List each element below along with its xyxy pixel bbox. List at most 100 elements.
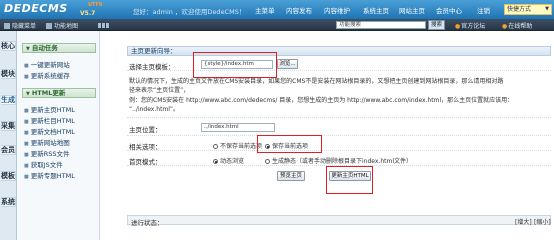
official-forum-label: 官方论坛 [461, 23, 486, 30]
enlarge-button[interactable]: [增大] [515, 217, 532, 226]
search-button[interactable]: 搜索 [428, 20, 445, 30]
nav-system-home[interactable]: 系统主页 [363, 5, 389, 15]
sidebar-item-update-sitemap[interactable]: ■ 更新网站地图 [24, 137, 70, 147]
template-row: 选择主页模板： {style}/index.htm 浏览... [127, 57, 551, 71]
note-line-3: 例：您的CMS安装在 http://www.abc.com/dedecms/ 目… [129, 97, 514, 104]
main-panel: 主页更新向导： 选择主页模板： {style}/index.htm 浏览... … [103, 33, 554, 240]
panel-title: 主页更新向导： [127, 46, 551, 56]
bullet-icon: ■ [24, 152, 29, 158]
top-header: DEDECMS UTF8 V5.7 您好：admin ，欢迎使用DedeCMS！… [0, 0, 554, 19]
radio-no-save[interactable] [213, 144, 218, 149]
function-search-input[interactable]: 功能搜索 [336, 21, 426, 29]
hide-menu-icon [4, 23, 10, 29]
official-forum-link[interactable]: ●官方论坛 [455, 21, 485, 30]
layout-grid-icon[interactable] [98, 22, 114, 28]
preview-home-button[interactable]: 预览主页 [277, 171, 305, 181]
sidebar-item-label: 更新系统缓存 [30, 72, 70, 80]
dedecms-logo: DEDECMS [4, 2, 68, 15]
tab-system[interactable]: 系统 [1, 197, 16, 207]
tab-member[interactable]: 会员 [1, 145, 16, 155]
bullet-icon: ● [455, 23, 461, 30]
nav-content-publish[interactable]: 内容发布 [286, 5, 312, 15]
nav-logout[interactable]: 注销 [477, 5, 490, 15]
function-map-button[interactable]: 功能地图 [46, 21, 78, 30]
map-icon [46, 23, 52, 29]
tab-collect[interactable]: 采集 [1, 121, 16, 131]
radio-static[interactable] [265, 159, 270, 164]
hide-menu-button[interactable]: 隐藏菜单 [4, 21, 36, 30]
nav-content-maintain[interactable]: 内容维护 [324, 5, 350, 15]
chevron-down-icon: ▼ [545, 6, 549, 12]
home-mode-label: 首页模式： [129, 158, 162, 166]
bullet-icon: ■ [24, 63, 29, 69]
related-options-row: 相关选项： 不保存当前选项 保存当前选项 [127, 137, 551, 151]
bullet-icon: ■ [24, 163, 29, 169]
radio-dynamic[interactable] [213, 159, 218, 164]
tab-template[interactable]: 模板 [1, 171, 16, 181]
sidebar-item-one-click-update[interactable]: ■ 一键更新网站 [24, 59, 70, 69]
sidebar-item-update-home[interactable]: ■ 更新主页HTML [24, 104, 75, 114]
mode-dynamic[interactable]: 动态浏览 [213, 156, 244, 165]
hide-menu-label: 隐藏菜单 [12, 23, 37, 30]
collapse-icon: ▼ [26, 91, 30, 97]
sidebar-item-label: 更新RSS文件 [30, 150, 70, 158]
toolbar: 隐藏菜单 功能地图 功能搜索 搜索 ●官方论坛 ●在线帮助 [0, 19, 554, 31]
sidebar-item-label: 更新网站地图 [30, 139, 70, 147]
bullet-icon: ■ [24, 108, 29, 114]
menu-group-title: HTML更新 [31, 89, 66, 97]
sidebar-item-label: 一键更新网站 [30, 61, 70, 69]
collapse-icon: ▼ [26, 46, 30, 52]
tab-module[interactable]: 模块 [1, 69, 16, 79]
menu-group-html-update[interactable]: ▼ HTML更新 [22, 88, 96, 98]
sidebar-item-label: 更新栏目HTML [30, 117, 75, 125]
module-tabs: 核心 模块 生成 采集 会员 模板 系统 [0, 31, 17, 240]
nav-main-menu[interactable]: 主菜单 [255, 5, 275, 15]
progress-label: 进行状态： [131, 219, 164, 227]
bullet-icon: ■ [24, 141, 29, 147]
sidebar-item-label: 更新专题HTML [30, 172, 75, 180]
highlight-save-option [257, 135, 322, 153]
shortcut-select[interactable]: 快捷方式 ▼ [504, 4, 552, 15]
progress-status-bar: 进行状态： [增大] [缩小] [127, 215, 551, 227]
sidebar-item-get-js[interactable]: ■ 获取JS文件 [24, 159, 63, 169]
bullet-icon: ■ [24, 74, 29, 80]
position-input[interactable]: ../index.html [201, 123, 275, 132]
nav-site-home[interactable]: 网站主页 [399, 5, 425, 15]
mode-static-label: 生成静态（或者手动删除根目录下index.html文件） [272, 158, 412, 165]
position-label: 主页位置： [129, 126, 162, 134]
tab-core[interactable]: 核心 [1, 41, 16, 51]
option-no-save-label: 不保存当前选项 [220, 143, 263, 150]
note-line-4: “../index.html”。 [129, 106, 180, 113]
sidebar-item-label: 更新文档HTML [30, 128, 75, 136]
nav-member-center[interactable]: 会员中心 [436, 5, 462, 15]
online-help-link[interactable]: ●在线帮助 [502, 21, 532, 30]
welcome-text: 您好：admin ，欢迎使用DedeCMS！ [133, 8, 246, 16]
mode-static[interactable]: 生成静态（或者手动删除根目录下index.html文件） [265, 156, 412, 165]
sidebar-item-update-topic[interactable]: ■ 更新专题HTML [24, 170, 75, 180]
menu-group-title: 自动任务 [31, 44, 58, 52]
sidebar-item-update-column[interactable]: ■ 更新栏目HTML [24, 115, 75, 125]
sidebar-item-update-document[interactable]: ■ 更新文档HTML [24, 126, 75, 136]
bullet-icon: ● [502, 23, 508, 30]
sidebar-item-update-rss[interactable]: ■ 更新RSS文件 [24, 148, 70, 158]
shrink-button[interactable]: [缩小] [534, 217, 551, 226]
note-line-1: 默认的情况下，生成的主页文件放在CMS安装目录，如果您的CMS不是安装在网站根目… [129, 78, 504, 85]
tab-generate[interactable]: 生成 [1, 95, 16, 105]
home-mode-row: 首页模式： 动态浏览 生成静态（或者手动删除根目录下index.html文件） [127, 152, 551, 166]
logo-version: V5.7 [80, 10, 96, 17]
sidebar-item-label: 获取JS文件 [30, 161, 63, 169]
menu-group-auto-task[interactable]: ▼ 自动任务 [22, 43, 96, 53]
bullet-icon: ■ [24, 119, 29, 125]
bullet-icon: ■ [24, 174, 29, 180]
sidebar-item-update-cache[interactable]: ■ 更新系统缓存 [24, 70, 70, 80]
related-options-label: 相关选项： [129, 143, 162, 151]
function-map-label: 功能地图 [54, 23, 79, 30]
position-row: 主页位置： ../index.html [127, 119, 551, 136]
template-label: 选择主页模板： [129, 63, 175, 71]
note-row: 默认的情况下，生成的主页文件放在CMS安装目录，如果您的CMS不是安装在网站根目… [127, 72, 551, 118]
mode-dynamic-label: 动态浏览 [220, 158, 245, 165]
option-no-save[interactable]: 不保存当前选项 [213, 141, 262, 150]
highlight-update-button [326, 166, 373, 194]
online-help-label: 在线帮助 [508, 23, 533, 30]
browse-button[interactable]: 浏览... [277, 59, 298, 69]
